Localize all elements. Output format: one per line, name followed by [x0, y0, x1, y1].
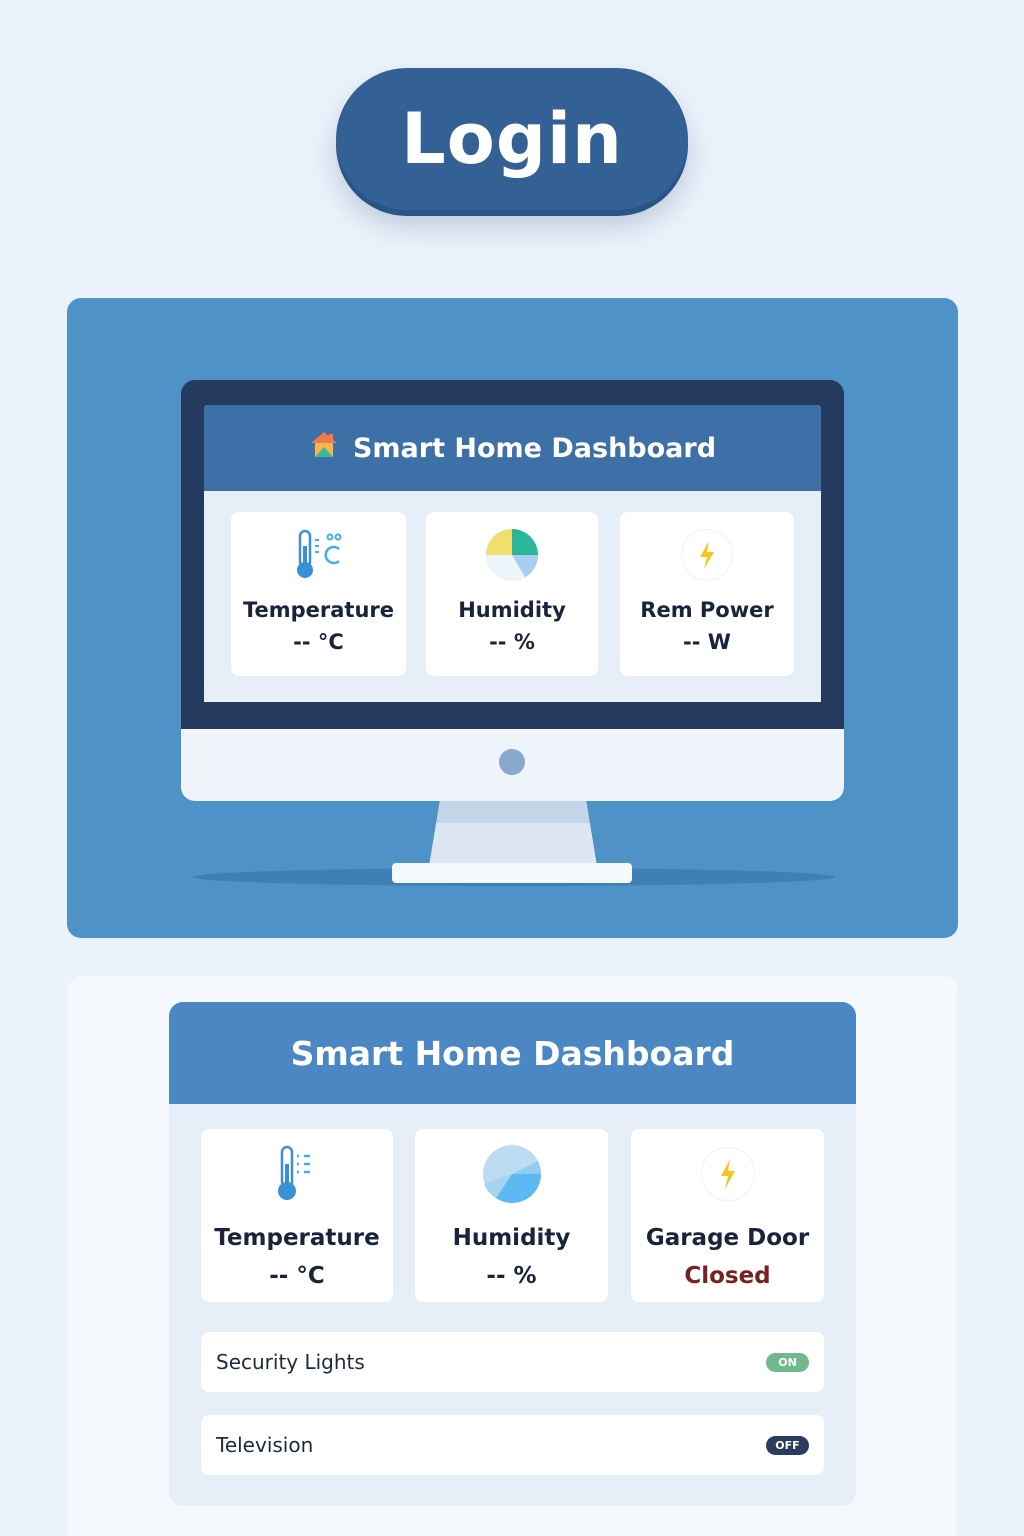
hero-illustration-panel: Smart Home Dashboard Temperature -- °C H…: [67, 298, 958, 938]
card-humidity: Humidity -- %: [415, 1129, 608, 1302]
card-label: Garage Door: [645, 1225, 810, 1251]
bolt-badge: [681, 529, 733, 581]
screen-card-label: Humidity: [458, 598, 566, 622]
monitor-screen: Smart Home Dashboard Temperature -- °C H…: [204, 405, 821, 702]
garage-status-value: Closed: [684, 1263, 771, 1289]
thermometer-icon: [291, 526, 347, 584]
toggle-switch-on[interactable]: ON: [766, 1352, 809, 1372]
card-label: Temperature: [214, 1225, 380, 1251]
thermometer-icon: [272, 1143, 322, 1205]
humidity-pie-icon: [482, 1143, 542, 1205]
screen-header: Smart Home Dashboard: [204, 405, 821, 491]
toggle-switch-off[interactable]: OFF: [766, 1435, 809, 1455]
screen-card-power: Rem Power -- W: [620, 512, 794, 676]
login-button[interactable]: Login: [336, 68, 688, 210]
dashboard-header: Smart Home Dashboard: [169, 1002, 856, 1104]
screen-card-value: -- %: [489, 630, 535, 654]
card-value: -- °C: [269, 1263, 325, 1289]
monitor-chin: [181, 729, 844, 801]
monitor-bezel: Smart Home Dashboard Temperature -- °C H…: [181, 380, 844, 729]
monitor-illustration: Smart Home Dashboard Temperature -- °C H…: [181, 380, 844, 801]
toggle-label: Television: [216, 1433, 314, 1457]
bolt-badge: [700, 1147, 755, 1201]
screen-card-value: -- °C: [293, 630, 344, 654]
dashboard-title: Smart Home Dashboard: [290, 1033, 735, 1073]
toggle-row-television[interactable]: Television OFF: [201, 1415, 824, 1475]
house-icon: [309, 430, 339, 467]
card-temperature: Temperature -- °C: [201, 1129, 393, 1302]
screen-card-humidity: Humidity -- %: [426, 512, 598, 676]
dashboard-panel: Smart Home Dashboard Temperature -- °C H…: [68, 976, 957, 1536]
power-button-icon: [499, 749, 525, 775]
card-label: Humidity: [452, 1225, 571, 1251]
card-value: -- %: [486, 1263, 537, 1289]
monitor-stand-neck: [428, 800, 598, 872]
humidity-pie-icon: [484, 526, 540, 584]
screen-card-label: Temperature: [242, 598, 395, 622]
screen-card-label: Rem Power: [640, 598, 774, 622]
screen-card-value: -- W: [683, 630, 731, 654]
monitor-stand-base: [392, 863, 632, 883]
lightning-bolt-icon: [681, 526, 733, 584]
screen-card-row: Temperature -- °C Humidity -- % Rem Powe…: [231, 512, 794, 676]
screen-title: Smart Home Dashboard: [352, 432, 717, 464]
card-garage-door[interactable]: Garage Door Closed: [631, 1129, 824, 1302]
lightning-bolt-icon: [700, 1143, 755, 1205]
screen-card-temperature: Temperature -- °C: [231, 512, 406, 676]
toggle-row-security-lights[interactable]: Security Lights ON: [201, 1332, 824, 1392]
toggle-label: Security Lights: [216, 1350, 365, 1374]
dashboard-card: Smart Home Dashboard Temperature -- °C H…: [169, 1002, 856, 1506]
